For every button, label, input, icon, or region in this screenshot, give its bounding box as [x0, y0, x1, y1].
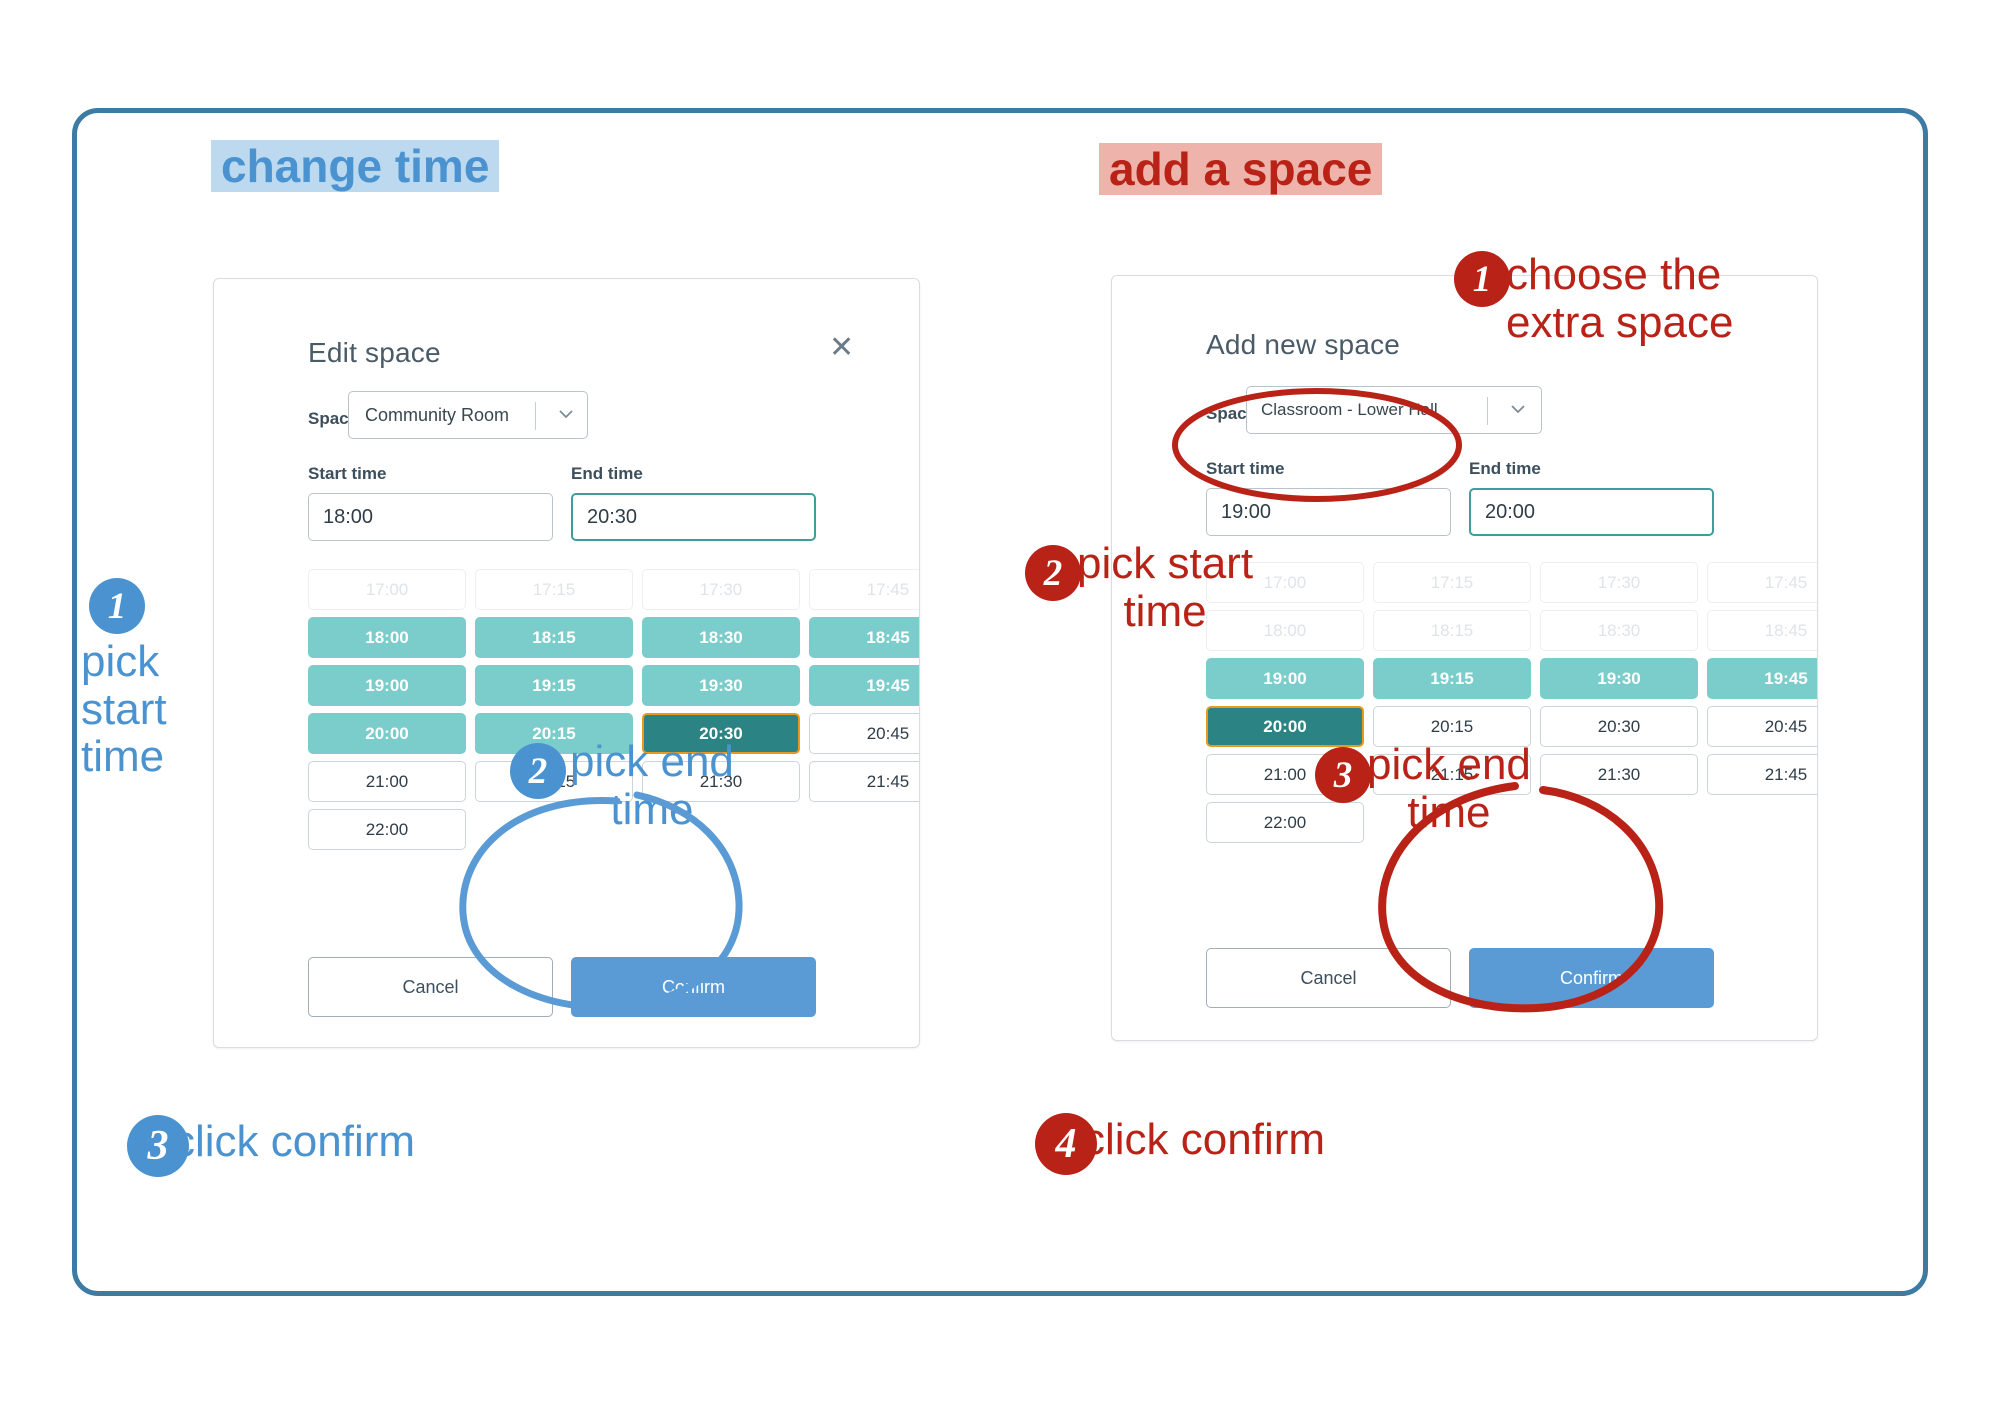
space-select-value: Classroom - Lower Hall: [1261, 400, 1438, 419]
time-slot[interactable]: 18:00: [308, 617, 466, 658]
time-slot[interactable]: 21:30: [1540, 754, 1698, 795]
time-slot: 17:30: [1540, 562, 1698, 603]
heading-change-time: change time: [211, 140, 500, 193]
add-new-space-dialog: Add new space Space Classroom - Lower Ha…: [1111, 275, 1818, 1041]
time-slot[interactable]: 20:00: [308, 713, 466, 754]
start-time-input[interactable]: 19:00: [1206, 488, 1451, 536]
annotation-right-4: click confirm: [1083, 1115, 1326, 1164]
annotation-left-1-line1: pick: [81, 637, 160, 686]
step-badge-right-1: 1: [1454, 251, 1510, 307]
time-slot: 18:30: [1540, 610, 1698, 651]
end-time-label: End time: [571, 464, 643, 483]
annotation-right-1-line2: extra space: [1506, 297, 1734, 347]
select-divider: [535, 402, 536, 430]
time-slot[interactable]: 19:30: [642, 665, 800, 706]
time-slot[interactable]: 21:45: [1707, 754, 1817, 795]
annotation-left-2-line1: pick end: [570, 737, 734, 786]
annotation-left-2: pick end time: [570, 738, 734, 833]
space-select[interactable]: Classroom - Lower Hall: [1246, 386, 1542, 434]
dialog-title: Add new space: [1206, 329, 1401, 360]
chevron-down-icon: [555, 403, 577, 430]
annotation-right-1-line1: choose the: [1506, 250, 1722, 299]
chevron-down-icon: [1507, 398, 1529, 425]
time-slot[interactable]: 19:45: [809, 665, 919, 706]
time-slot: 17:45: [809, 569, 919, 610]
edit-space-dialog: Edit space ✕ Space Community Room Start …: [213, 278, 920, 1048]
annotation-right-3-line2: time: [1407, 787, 1491, 837]
time-slot[interactable]: 19:45: [1707, 658, 1817, 699]
annotation-left-2-line2: time: [610, 784, 694, 834]
annotation-left-3: click confirm: [173, 1117, 416, 1166]
time-slot[interactable]: 20:45: [1707, 706, 1817, 747]
cancel-button[interactable]: Cancel: [308, 957, 553, 1017]
annotation-left-1-line3: time: [81, 732, 165, 782]
annotation-left-1-line2: start: [81, 684, 167, 734]
time-slot: 17:00: [308, 569, 466, 610]
end-time-value: 20:00: [1485, 501, 1536, 523]
annotation-right-3-line1: pick end: [1367, 740, 1531, 789]
start-time-input[interactable]: 18:00: [308, 493, 553, 541]
confirm-button[interactable]: Confirm: [1469, 948, 1714, 1008]
time-slot[interactable]: 20:00: [1206, 706, 1364, 747]
time-slot[interactable]: 20:45: [809, 713, 919, 754]
time-slot[interactable]: 19:15: [1373, 658, 1531, 699]
time-slot[interactable]: 21:45: [809, 761, 919, 802]
close-icon[interactable]: ✕: [829, 333, 854, 363]
step-badge-left-2: 2: [510, 743, 566, 799]
annotation-right-1: choose the extra space: [1506, 251, 1733, 346]
annotation-right-2: pick start time: [1077, 540, 1253, 635]
time-slot[interactable]: 18:30: [642, 617, 800, 658]
cancel-button[interactable]: Cancel: [1206, 948, 1451, 1008]
end-time-input[interactable]: 20:30: [571, 493, 816, 541]
time-slot[interactable]: 18:15: [475, 617, 633, 658]
poster-frame: change time add a space Edit space ✕ Spa…: [72, 108, 1928, 1296]
time-slot[interactable]: 18:45: [809, 617, 919, 658]
time-slot: 18:15: [1373, 610, 1531, 651]
space-select[interactable]: Community Room: [348, 391, 588, 439]
time-slot: 17:45: [1707, 562, 1817, 603]
space-select-value: Community Room: [365, 405, 510, 425]
annotation-right-2-line1: pick start: [1077, 539, 1254, 588]
time-slot[interactable]: 21:00: [308, 761, 466, 802]
start-time-label: Start time: [1206, 459, 1285, 478]
dialog-title: Edit space: [308, 337, 441, 368]
time-slot[interactable]: 22:00: [308, 809, 466, 850]
time-slot: 18:45: [1707, 610, 1817, 651]
select-divider: [1487, 397, 1488, 425]
annotation-right-3: pick end time: [1367, 741, 1531, 836]
end-time-label: End time: [1469, 459, 1541, 478]
annotation-left-1: pick start time: [81, 638, 167, 781]
end-time-value: 20:30: [587, 506, 638, 528]
time-slot[interactable]: 19:00: [1206, 658, 1364, 699]
step-badge-left-1: 1: [89, 578, 145, 634]
step-badge-right-3: 3: [1315, 747, 1371, 803]
time-slot[interactable]: 19:00: [308, 665, 466, 706]
start-time-label: Start time: [308, 464, 387, 483]
time-slot[interactable]: 19:15: [475, 665, 633, 706]
confirm-button[interactable]: Confirm: [571, 957, 816, 1017]
time-slot[interactable]: 20:30: [1540, 706, 1698, 747]
step-badge-right-2: 2: [1025, 545, 1081, 601]
annotation-right-2-line2: time: [1123, 586, 1207, 636]
start-time-value: 19:00: [1221, 501, 1272, 523]
time-slot: 17:15: [1373, 562, 1531, 603]
end-time-input[interactable]: 20:00: [1469, 488, 1714, 536]
time-slot[interactable]: 22:00: [1206, 802, 1364, 843]
time-slot: 17:30: [642, 569, 800, 610]
start-time-value: 18:00: [323, 506, 374, 528]
time-slot[interactable]: 19:30: [1540, 658, 1698, 699]
time-slot: 17:15: [475, 569, 633, 610]
heading-add-a-space: add a space: [1099, 143, 1383, 196]
